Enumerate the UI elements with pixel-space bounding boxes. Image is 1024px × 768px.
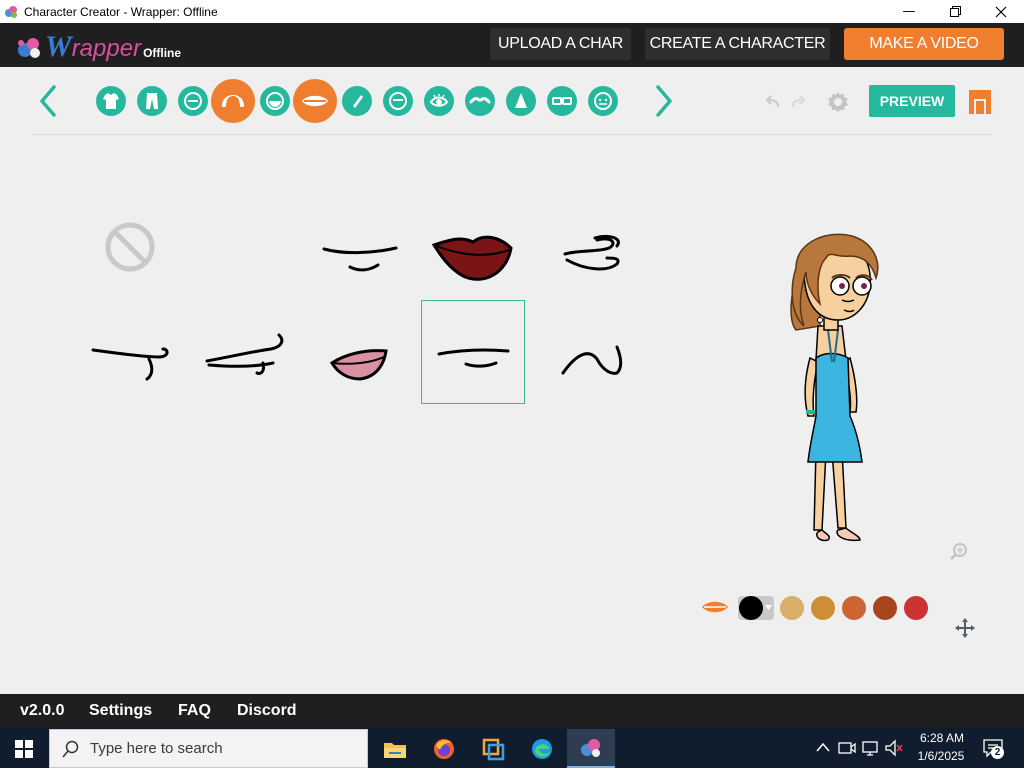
logo-bubbles-icon — [18, 38, 40, 58]
glasses-icon[interactable] — [547, 86, 577, 116]
color-swatch-brown[interactable] — [873, 596, 897, 620]
vm-app-icon[interactable] — [469, 729, 517, 768]
mouth-smile-flat-icon — [322, 246, 398, 272]
head-icon[interactable] — [383, 86, 413, 116]
color-swatch-gold[interactable] — [811, 596, 835, 620]
preview-button[interactable]: PREVIEW — [869, 85, 955, 117]
logo-rapper: rapper — [71, 35, 142, 62]
shirt-icon[interactable] — [96, 86, 126, 116]
mouth-curl-icon — [561, 345, 623, 375]
wrapper-taskbar-icon[interactable] — [567, 729, 615, 768]
nose-icon[interactable] — [506, 86, 536, 116]
windows-start-icon[interactable] — [15, 740, 33, 758]
wrapper-logo[interactable]: W rapper Offline — [16, 30, 181, 62]
mouth-lips-dark-red-icon — [431, 235, 513, 281]
window-titlebar: Character Creator - Wrapper: Offline — — [0, 0, 1024, 23]
volume-muted-icon[interactable] — [884, 739, 904, 757]
create-character-button[interactable]: CREATE A CHARACTER — [645, 28, 830, 60]
color-swatch-red[interactable] — [904, 596, 928, 620]
firefox-icon[interactable] — [420, 729, 468, 768]
taskbar-search-box[interactable]: Type here to search — [49, 729, 368, 768]
notification-center-button[interactable]: 2 — [982, 737, 1006, 759]
color-swatch-orange[interactable] — [842, 596, 866, 620]
pants-icon[interactable] — [137, 86, 167, 116]
accessory-face-icon[interactable] — [588, 86, 618, 116]
mouth-lined-icon — [205, 333, 284, 375]
eye-icon[interactable] — [424, 86, 454, 116]
option-mouth-lips-pink[interactable] — [308, 301, 412, 405]
faq-link[interactable]: FAQ — [178, 702, 211, 720]
clock-time[interactable]: 6:28 AM — [917, 731, 967, 745]
option-mouth-lined[interactable] — [193, 301, 297, 405]
logo-offline: Offline — [143, 46, 182, 60]
option-none[interactable] — [79, 196, 183, 300]
search-icon — [62, 740, 79, 757]
character-preview — [790, 233, 879, 542]
gear-icon[interactable] — [826, 90, 850, 114]
toolbar-divider — [32, 134, 992, 135]
restore-button[interactable] — [932, 0, 978, 23]
window-title: Character Creator - Wrapper: Offline — [24, 4, 218, 19]
prev-category-arrow[interactable] — [38, 84, 58, 118]
option-mouth-squiggle-1[interactable] — [537, 196, 641, 300]
chevron-up-icon[interactable] — [816, 742, 830, 752]
hair-icon[interactable] — [211, 79, 255, 123]
settings-link[interactable]: Settings — [89, 702, 152, 720]
mouth-icon[interactable] — [293, 79, 337, 123]
close-button[interactable] — [978, 0, 1024, 23]
notification-badge: 2 — [991, 746, 1004, 759]
face-shape-icon[interactable] — [178, 86, 208, 116]
color-swatch-sand[interactable] — [780, 596, 804, 620]
zoom-in-icon[interactable] — [948, 541, 970, 563]
minimize-button[interactable]: — — [886, 0, 932, 23]
mouth-color-icon — [702, 601, 728, 613]
beard-icon[interactable] — [260, 86, 290, 116]
search-placeholder: Type here to search — [90, 740, 223, 757]
move-icon[interactable] — [953, 616, 977, 640]
skin-tone-icon[interactable] — [342, 86, 372, 116]
logo-w: W — [45, 30, 72, 63]
mouth-lips-pink-icon — [329, 349, 388, 381]
network-icon[interactable] — [861, 739, 879, 757]
mouth-hook-icon — [91, 347, 169, 381]
restore-icon — [949, 6, 961, 17]
mouth-selected-flat-icon — [437, 348, 510, 368]
option-mouth-curl[interactable] — [537, 301, 641, 405]
color-swatch-black[interactable] — [739, 596, 763, 620]
file-explorer-icon[interactable] — [371, 729, 419, 768]
option-mouth-hook[interactable] — [79, 301, 183, 405]
redo-icon[interactable] — [790, 94, 806, 110]
option-mouth-selected-flat[interactable] — [421, 300, 525, 404]
save-icon[interactable] — [968, 89, 992, 115]
meet-now-icon[interactable] — [838, 739, 856, 757]
mouth-squiggle-1-icon — [563, 234, 620, 271]
selected-color-container[interactable] — [738, 596, 774, 620]
clock-date[interactable]: 1/6/2025 — [914, 749, 968, 763]
upload-char-button[interactable]: UPLOAD A CHAR — [490, 28, 631, 60]
make-video-button[interactable]: MAKE A VIDEO — [844, 28, 1004, 60]
discord-link[interactable]: Discord — [237, 702, 297, 720]
no-selection-icon — [105, 222, 155, 272]
app-footer — [0, 694, 1024, 728]
wrapper-app-icon — [5, 5, 17, 18]
next-category-arrow[interactable] — [654, 84, 674, 118]
option-mouth-smile-flat[interactable] — [308, 196, 412, 300]
eyebrow-icon[interactable] — [465, 86, 495, 116]
undo-icon[interactable] — [765, 94, 781, 110]
option-mouth-lips-dark-red[interactable] — [421, 196, 525, 300]
version-label: v2.0.0 — [20, 702, 65, 719]
edge-icon[interactable] — [518, 729, 566, 768]
close-icon — [995, 6, 1007, 17]
color-dropdown-icon — [765, 605, 772, 610]
